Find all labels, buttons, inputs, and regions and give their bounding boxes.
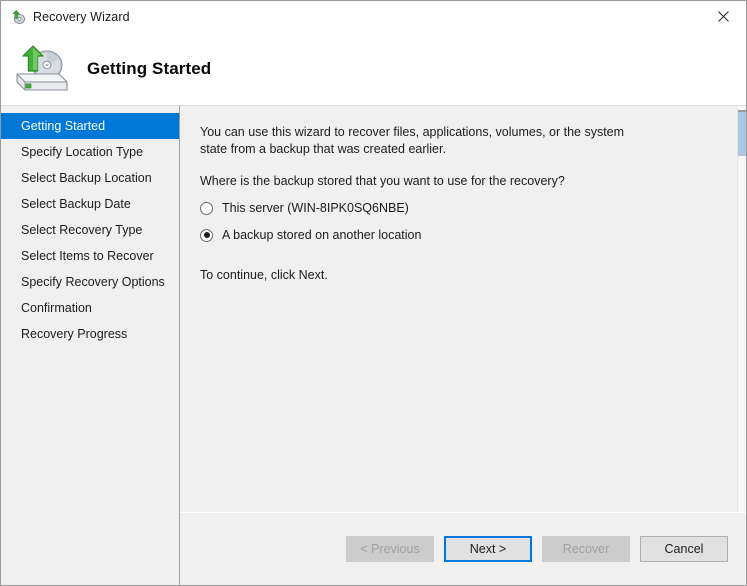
recover-button[interactable]: Recover bbox=[542, 536, 630, 562]
sidebar-item-getting-started[interactable]: Getting Started bbox=[1, 113, 179, 139]
radio-label-another-location: A backup stored on another location bbox=[222, 228, 421, 242]
continue-text: To continue, click Next. bbox=[200, 268, 730, 282]
sidebar-item-recovery-progress[interactable]: Recovery Progress bbox=[1, 321, 179, 347]
wizard-body: Getting Started Specify Location Type Se… bbox=[1, 106, 746, 585]
wizard-steps-sidebar: Getting Started Specify Location Type Se… bbox=[1, 106, 180, 585]
previous-button[interactable]: < Previous bbox=[346, 536, 434, 562]
question-text: Where is the backup stored that you want… bbox=[200, 174, 730, 188]
radio-option-another-location[interactable]: A backup stored on another location bbox=[200, 228, 730, 242]
scrollbar-thumb[interactable] bbox=[738, 110, 746, 156]
next-button[interactable]: Next > bbox=[444, 536, 532, 562]
window-title: Recovery Wizard bbox=[33, 10, 130, 24]
title-bar: Recovery Wizard bbox=[1, 1, 746, 32]
button-bar: < Previous Next > Recover Cancel bbox=[180, 512, 746, 585]
hard-disk-restore-icon bbox=[9, 40, 73, 98]
close-icon[interactable] bbox=[700, 1, 746, 31]
radio-option-this-server[interactable]: This server (WIN-8IPK0SQ6NBE) bbox=[200, 201, 730, 215]
content-wrapper: You can use this wizard to recover files… bbox=[180, 106, 746, 585]
intro-text: You can use this wizard to recover files… bbox=[200, 124, 640, 157]
radio-icon-this-server[interactable] bbox=[200, 202, 213, 215]
sidebar-item-specify-recovery-options[interactable]: Specify Recovery Options bbox=[1, 269, 179, 295]
sidebar-item-specify-location-type[interactable]: Specify Location Type bbox=[1, 139, 179, 165]
sidebar-item-select-backup-location[interactable]: Select Backup Location bbox=[1, 165, 179, 191]
recovery-disk-icon bbox=[10, 9, 26, 25]
sidebar-item-confirmation[interactable]: Confirmation bbox=[1, 295, 179, 321]
page-title: Getting Started bbox=[87, 59, 211, 79]
content-panel: You can use this wizard to recover files… bbox=[180, 106, 746, 512]
sidebar-item-select-backup-date[interactable]: Select Backup Date bbox=[1, 191, 179, 217]
recovery-wizard-window: Recovery Wizard bbox=[0, 0, 747, 586]
radio-label-this-server: This server (WIN-8IPK0SQ6NBE) bbox=[222, 201, 409, 215]
cancel-button[interactable]: Cancel bbox=[640, 536, 728, 562]
sidebar-item-select-recovery-type[interactable]: Select Recovery Type bbox=[1, 217, 179, 243]
sidebar-item-select-items-to-recover[interactable]: Select Items to Recover bbox=[1, 243, 179, 269]
content-scrollbar[interactable] bbox=[737, 106, 746, 512]
wizard-header: Getting Started bbox=[1, 32, 746, 106]
radio-icon-another-location[interactable] bbox=[200, 229, 213, 242]
